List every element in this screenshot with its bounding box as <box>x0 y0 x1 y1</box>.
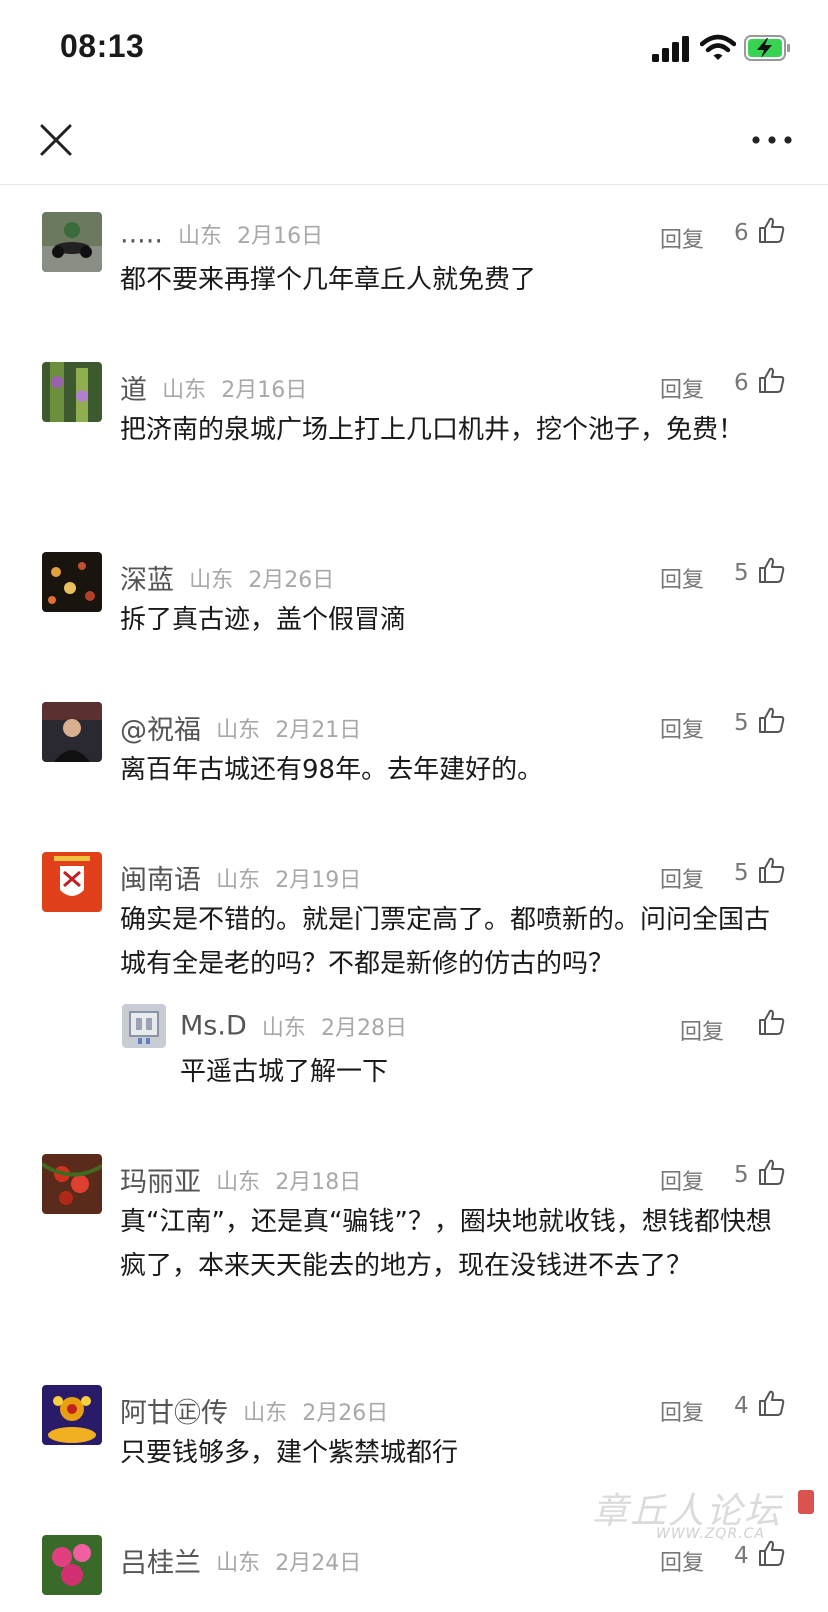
thumbs-up-icon[interactable] <box>758 366 786 394</box>
username[interactable]: 阿甘㊣传 <box>120 1398 228 1429</box>
like-count: 4 <box>734 1393 749 1419</box>
username[interactable]: @祝福 <box>120 715 201 746</box>
comment-text: 离百年古城还有98年。去年建好的。 <box>120 755 544 785</box>
avatar[interactable] <box>42 1385 102 1445</box>
reply-button[interactable]: 回复 <box>660 222 704 254</box>
comment-text: 平遥古城了解一下 <box>180 1057 389 1087</box>
thumbs-up-icon[interactable] <box>758 1008 786 1036</box>
avatar[interactable] <box>122 1004 166 1048</box>
username[interactable]: ..... <box>120 219 163 250</box>
comment-meta: Ms.D 山东 2月28日 <box>180 1010 407 1044</box>
avatar[interactable] <box>42 852 102 912</box>
reply-button[interactable]: 回复 <box>660 1164 704 1196</box>
date-label: 2月18日 <box>275 1169 362 1195</box>
date-label: 2月28日 <box>320 1016 407 1041</box>
region-label: 山东 <box>243 1400 288 1426</box>
comment-text: 确实是不错的。就是门票定高了。都喷新的。问问全国古城有全是老的吗？不都是新修的仿… <box>120 905 771 979</box>
avatar[interactable] <box>42 212 102 272</box>
avatar[interactable] <box>42 552 102 612</box>
thumbs-up-icon[interactable] <box>758 1158 786 1186</box>
username[interactable]: 玛丽亚 <box>120 1167 201 1198</box>
thumbs-up-icon[interactable] <box>758 706 786 734</box>
thumbs-up-icon[interactable] <box>758 556 786 584</box>
comment-text: 只要钱够多，建个紫禁城都行 <box>120 1438 459 1468</box>
date-label: 2月21日 <box>275 717 362 743</box>
region-label: 山东 <box>216 867 261 893</box>
comment-meta: 闽南语 山东 2月19日 <box>120 858 362 896</box>
avatar[interactable] <box>42 362 102 422</box>
reply-button[interactable]: 回复 <box>660 712 704 744</box>
username[interactable]: 深蓝 <box>120 565 174 596</box>
thumbs-up-icon[interactable] <box>758 216 786 244</box>
avatar[interactable] <box>42 1535 102 1595</box>
like-count: 5 <box>734 560 749 586</box>
wifi-icon <box>700 34 736 60</box>
watermark: 章丘人论坛 WWW.ZQR.CA <box>592 1482 822 1552</box>
comment-meta: 道 山东 2月16日 <box>120 368 308 406</box>
region-label: 山东 <box>189 567 234 593</box>
region-label: 山东 <box>178 224 223 249</box>
reply-button[interactable]: 回复 <box>660 372 704 404</box>
close-icon[interactable] <box>36 120 76 160</box>
date-label: 2月26日 <box>302 1400 389 1426</box>
avatar[interactable] <box>42 702 102 762</box>
reply-button[interactable]: 回复 <box>660 862 704 894</box>
region-label: 山东 <box>261 1016 306 1041</box>
nav-bar <box>0 100 828 185</box>
date-label: 2月16日 <box>221 377 308 403</box>
like-count: 5 <box>734 860 749 886</box>
date-label: 2月24日 <box>275 1550 362 1576</box>
username[interactable]: 吕桂兰 <box>120 1548 201 1579</box>
region-label: 山东 <box>162 377 207 403</box>
like-count: 6 <box>734 370 749 396</box>
reply-button[interactable]: 回复 <box>660 562 704 594</box>
comment-meta: 深蓝 山东 2月26日 <box>120 558 335 596</box>
like-count: 6 <box>734 220 749 246</box>
status-bar: 08:13 <box>0 0 828 100</box>
date-label: 2月26日 <box>248 567 335 593</box>
comment-meta: @祝福 山东 2月21日 <box>120 708 362 746</box>
status-time: 08:13 <box>60 28 145 64</box>
signal-icon <box>652 36 689 62</box>
reply-button[interactable]: 回复 <box>660 1395 704 1427</box>
more-horizontal-icon[interactable] <box>750 128 794 152</box>
region-label: 山东 <box>216 717 261 743</box>
reply-button[interactable]: 回复 <box>680 1014 724 1046</box>
comment-meta: ..... 山东 2月16日 <box>120 218 323 252</box>
comment-text: 真“江南”，还是真“骗钱”？，圈块地就收钱，想钱都快想疯了，本来天天能去的地方，… <box>120 1207 772 1281</box>
date-label: 2月16日 <box>237 224 324 249</box>
username[interactable]: Ms.D <box>180 1011 247 1042</box>
region-label: 山东 <box>216 1550 261 1576</box>
comment-meta: 吕桂兰 山东 2月24日 <box>120 1541 362 1579</box>
comment-text: 把济南的泉城广场上打上几口机井，挖个池子，免费！ <box>120 415 745 445</box>
region-label: 山东 <box>216 1169 261 1195</box>
battery-charging-icon <box>744 35 790 61</box>
date-label: 2月19日 <box>275 867 362 893</box>
thumbs-up-icon[interactable] <box>758 1389 786 1417</box>
watermark-url: WWW.ZQR.CA <box>656 1526 765 1542</box>
like-count: 5 <box>734 1162 749 1188</box>
watermark-seal <box>798 1490 814 1514</box>
comment-text: 都不要来再撑个几年章丘人就免费了 <box>120 265 537 295</box>
username[interactable]: 闽南语 <box>120 865 201 896</box>
avatar[interactable] <box>42 1154 102 1214</box>
thumbs-up-icon[interactable] <box>758 856 786 884</box>
comment-meta: 玛丽亚 山东 2月18日 <box>120 1160 362 1198</box>
comment-meta: 阿甘㊣传 山东 2月26日 <box>120 1391 389 1429</box>
like-count: 5 <box>734 710 749 736</box>
comment-text: 拆了真古迹，盖个假冒滴 <box>120 605 407 635</box>
username[interactable]: 道 <box>120 375 147 406</box>
